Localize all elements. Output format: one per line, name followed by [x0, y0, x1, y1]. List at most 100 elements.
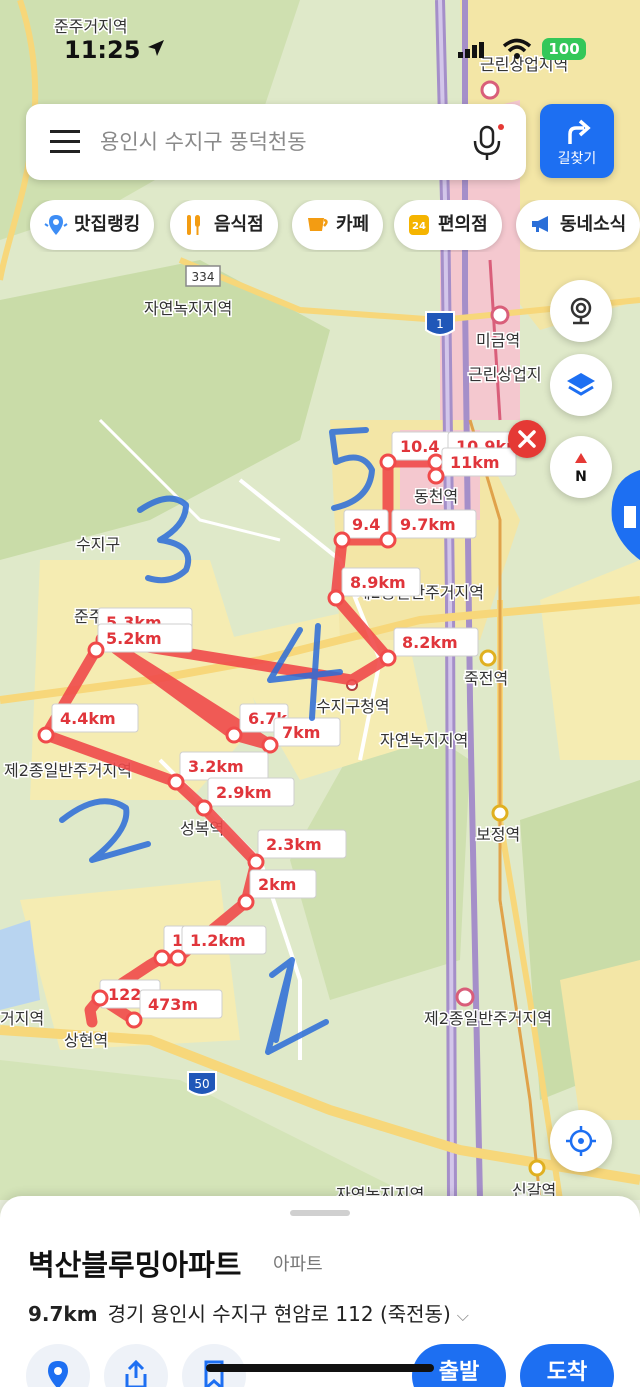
place-label: 보정역	[476, 825, 520, 844]
share-icon	[125, 1360, 147, 1387]
route-waypoint-marker	[379, 453, 397, 471]
close-icon	[518, 430, 536, 448]
route-waypoint-marker	[333, 531, 351, 549]
chip-label: 카페	[336, 214, 370, 235]
route-waypoint-marker	[125, 1011, 143, 1029]
hamburger-menu-icon[interactable]	[50, 130, 80, 154]
distance-label-text: 1	[172, 931, 183, 950]
street-view-button[interactable]	[550, 280, 612, 342]
coffee-cup-icon	[308, 218, 328, 231]
chip-label: 음식점	[214, 214, 264, 235]
distance-label-text: 8.2km	[402, 633, 458, 652]
distance-label-text: 4.4km	[60, 709, 116, 728]
station-marker[interactable]	[528, 1159, 546, 1177]
wifi-icon	[502, 38, 532, 59]
place-label: 동천역	[414, 487, 458, 506]
station-marker[interactable]	[479, 649, 497, 667]
route-waypoint-marker	[37, 726, 55, 744]
distance-label-text: 2.3km	[266, 835, 322, 854]
battery-indicator: 100	[542, 38, 586, 60]
compass-button[interactable]: N	[550, 436, 612, 498]
route-waypoint-marker	[427, 467, 445, 485]
chip-cafe[interactable]: 카페	[292, 200, 384, 250]
svg-text:24: 24	[412, 221, 426, 232]
layers-icon	[567, 373, 595, 396]
compass-north-icon: N	[575, 453, 587, 483]
category-chip-row: 맛집랭킹 음식점 카페 24 편의점 동네소식	[26, 200, 640, 252]
sheet-grab-handle[interactable]	[290, 1210, 350, 1216]
road-shield-1: 1	[425, 311, 455, 336]
distance-label-text: 8.9km	[350, 573, 406, 592]
route-waypoint-marker	[167, 773, 185, 791]
place-label: 거지역	[0, 1009, 44, 1028]
megaphone-icon	[532, 216, 548, 232]
station-marker[interactable]	[455, 987, 475, 1007]
route-waypoint-marker	[225, 726, 243, 744]
chip-ranking[interactable]: 맛집랭킹	[30, 200, 155, 250]
distance-label-text: 122	[108, 985, 141, 1004]
distance-label-text: 1.2km	[190, 931, 246, 950]
route-waypoint-marker	[247, 853, 265, 871]
status-bar: 11:25 100	[0, 30, 640, 70]
chip-label: 동네소식	[560, 214, 627, 235]
route-waypoint-marker	[91, 989, 109, 1007]
road-shield-50: 50	[187, 1071, 217, 1096]
route-waypoint-marker	[261, 736, 279, 754]
location-pin-icon	[48, 1361, 68, 1387]
chip-label: 맛집랭킹	[74, 214, 141, 235]
chip-restaurant[interactable]: 음식점	[170, 200, 278, 250]
place-label: 제2종일반주거지역	[424, 1009, 552, 1028]
share-button[interactable]	[104, 1344, 168, 1387]
close-route-button[interactable]	[508, 420, 546, 458]
route-waypoint-marker	[379, 531, 397, 549]
chevron-down-icon: ⌵	[456, 1306, 469, 1325]
arrive-button[interactable]: 도착	[520, 1344, 614, 1387]
layers-button[interactable]	[550, 354, 612, 416]
svg-text:50: 50	[194, 1077, 209, 1091]
route-waypoint-marker	[327, 589, 345, 607]
place-distance: 9.7km	[28, 1302, 98, 1326]
distance-label-text: 5.2km	[106, 629, 162, 648]
location-pin-button[interactable]	[26, 1344, 90, 1387]
place-label: 자연녹지지역	[380, 731, 468, 750]
directions-label: 길찾기	[557, 151, 597, 167]
station-marker[interactable]	[491, 804, 509, 822]
place-label: 수지구	[76, 535, 120, 554]
station-marker[interactable]	[480, 80, 500, 100]
distance-label-text: 473m	[148, 995, 198, 1014]
place-info-sheet[interactable]: 벽산블루밍아파트 아파트 9.7km 경기 용인시 수지구 현암로 112 (죽전…	[0, 1196, 640, 1387]
my-location-button[interactable]	[550, 1110, 612, 1172]
map-canvas[interactable]: 334 1 50 준주거지역 근린상업지역 자연녹지지역 미금역 근린상업지 수…	[0, 0, 640, 1200]
route-waypoint-marker	[427, 453, 445, 471]
place-label: 수지구청역	[316, 697, 390, 716]
distance-label-text: 3.2km	[188, 757, 244, 776]
street-view-icon	[570, 297, 592, 325]
chip-local-news[interactable]: 동네소식	[516, 200, 640, 250]
distance-label-text: 9.7km	[400, 515, 456, 534]
route-waypoint-marker	[87, 641, 105, 659]
chip-convenience[interactable]: 24 편의점	[394, 200, 502, 250]
place-label: 미금역	[476, 331, 520, 350]
svg-text:1: 1	[436, 317, 444, 331]
distance-label-text: 2km	[258, 875, 296, 894]
distance-label-text: 9.4	[352, 515, 380, 534]
ranking-pin-icon	[44, 215, 68, 235]
convenience-24-icon: 24	[409, 215, 429, 235]
search-bar[interactable]	[26, 104, 526, 180]
svg-text:334: 334	[192, 270, 215, 284]
search-input[interactable]	[100, 122, 460, 162]
crosshair-icon	[566, 1126, 596, 1156]
station-marker[interactable]	[490, 305, 510, 325]
place-address-row[interactable]: 9.7km 경기 용인시 수지구 현암로 112 (죽전동) ⌵	[28, 1298, 469, 1327]
microphone-icon[interactable]	[470, 124, 506, 162]
distance-label-text: 10.4	[400, 437, 439, 456]
fork-knife-icon	[187, 215, 200, 235]
distance-label-text: 7km	[282, 723, 320, 742]
chip-label: 편의점	[438, 214, 488, 235]
distance-label-text: 11km	[450, 453, 500, 472]
home-indicator	[206, 1364, 434, 1372]
road-shield-334: 334	[185, 265, 221, 287]
location-arrow-icon	[148, 40, 164, 56]
directions-button[interactable]: 길찾기	[540, 104, 614, 178]
place-title: 벽산블루밍아파트	[28, 1248, 242, 1282]
